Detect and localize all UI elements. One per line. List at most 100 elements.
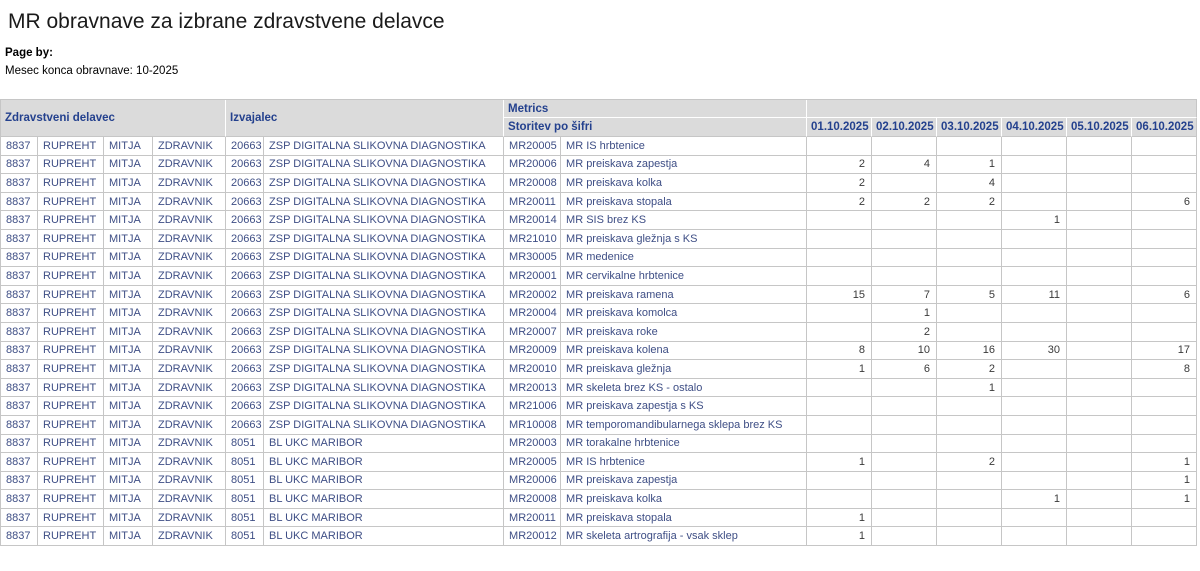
value-cell-date-2 xyxy=(872,137,937,156)
value-cell-date-2 xyxy=(872,435,937,454)
value-cell-date-6: 17 xyxy=(1132,342,1197,361)
value-cell-date-4 xyxy=(1002,379,1067,398)
value-cell-date-2 xyxy=(872,379,937,398)
value-cell-date-4 xyxy=(1002,137,1067,156)
table-row: 8837 RUPREHT MITJA ZDRAVNIK 20663 ZSP DI… xyxy=(1,286,1197,305)
service-code-cell: MR20008 xyxy=(504,490,561,509)
service-name-cell: MR preiskava kolka xyxy=(561,490,807,509)
column-header-provider[interactable]: Izvajalec xyxy=(226,100,504,137)
value-cell-date-5 xyxy=(1067,304,1132,323)
table-row: 8837 RUPREHT MITJA ZDRAVNIK 20663 ZSP DI… xyxy=(1,267,1197,286)
value-cell-date-1: 1 xyxy=(807,509,872,528)
worker-role-cell: ZDRAVNIK xyxy=(153,230,226,249)
worker-surname-cell: RUPREHT xyxy=(38,193,104,212)
provider-id-cell: 20663 xyxy=(226,137,264,156)
report-page: MR obravnave za izbrane zdravstvene dela… xyxy=(0,9,1200,546)
value-cell-date-3 xyxy=(937,416,1002,435)
worker-firstname-cell: MITJA xyxy=(104,193,153,212)
provider-id-cell: 20663 xyxy=(226,211,264,230)
worker-firstname-cell: MITJA xyxy=(104,453,153,472)
value-cell-date-1 xyxy=(807,379,872,398)
value-cell-date-2: 4 xyxy=(872,156,937,175)
provider-name-cell: ZSP DIGITALNA SLIKOVNA DIAGNOSTIKA xyxy=(264,193,504,212)
column-header-service[interactable]: Storitev po šifri xyxy=(504,118,807,137)
provider-name-cell: ZSP DIGITALNA SLIKOVNA DIAGNOSTIKA xyxy=(264,360,504,379)
table-row: 8837 RUPREHT MITJA ZDRAVNIK 8051 BL UKC … xyxy=(1,527,1197,546)
value-cell-date-3: 5 xyxy=(937,286,1002,305)
page-by-selector[interactable]: Mesec konca obravnave: 10-2025 xyxy=(5,65,1200,78)
value-cell-date-1: 15 xyxy=(807,286,872,305)
value-cell-date-6 xyxy=(1132,230,1197,249)
worker-role-cell: ZDRAVNIK xyxy=(153,342,226,361)
provider-name-cell: BL UKC MARIBOR xyxy=(264,435,504,454)
value-cell-date-5 xyxy=(1067,416,1132,435)
value-cell-date-1: 2 xyxy=(807,174,872,193)
worker-surname-cell: RUPREHT xyxy=(38,174,104,193)
service-code-cell: MR20004 xyxy=(504,304,561,323)
worker-firstname-cell: MITJA xyxy=(104,286,153,305)
service-name-cell: MR preiskava komolca xyxy=(561,304,807,323)
column-header-date-2[interactable]: 02.10.2025 xyxy=(872,118,937,137)
service-code-cell: MR10008 xyxy=(504,416,561,435)
value-cell-date-5 xyxy=(1067,527,1132,546)
value-cell-date-4 xyxy=(1002,416,1067,435)
service-name-cell: MR preiskava zapestja xyxy=(561,472,807,491)
worker-surname-cell: RUPREHT xyxy=(38,435,104,454)
table-row: 8837 RUPREHT MITJA ZDRAVNIK 8051 BL UKC … xyxy=(1,435,1197,454)
worker-id-cell: 8837 xyxy=(1,249,38,268)
value-cell-date-3 xyxy=(937,472,1002,491)
value-cell-date-1 xyxy=(807,211,872,230)
page-by-section: Page by: Mesec konca obravnave: 10-2025 xyxy=(5,47,1200,78)
provider-id-cell: 20663 xyxy=(226,249,264,268)
service-name-cell: MR preiskava ramena xyxy=(561,286,807,305)
provider-name-cell: ZSP DIGITALNA SLIKOVNA DIAGNOSTIKA xyxy=(264,156,504,175)
service-code-cell: MR20005 xyxy=(504,453,561,472)
value-cell-date-6 xyxy=(1132,323,1197,342)
provider-name-cell: ZSP DIGITALNA SLIKOVNA DIAGNOSTIKA xyxy=(264,397,504,416)
column-header-date-1[interactable]: 01.10.2025 xyxy=(807,118,872,137)
table-row: 8837 RUPREHT MITJA ZDRAVNIK 20663 ZSP DI… xyxy=(1,156,1197,175)
value-cell-date-4 xyxy=(1002,509,1067,528)
worker-role-cell: ZDRAVNIK xyxy=(153,472,226,491)
value-cell-date-4 xyxy=(1002,304,1067,323)
worker-id-cell: 8837 xyxy=(1,211,38,230)
worker-id-cell: 8837 xyxy=(1,379,38,398)
page-by-label: Page by: xyxy=(5,47,1200,60)
table-row: 8837 RUPREHT MITJA ZDRAVNIK 20663 ZSP DI… xyxy=(1,230,1197,249)
worker-firstname-cell: MITJA xyxy=(104,304,153,323)
worker-id-cell: 8837 xyxy=(1,286,38,305)
value-cell-date-1 xyxy=(807,249,872,268)
value-cell-date-5 xyxy=(1067,137,1132,156)
worker-id-cell: 8837 xyxy=(1,342,38,361)
value-cell-date-1 xyxy=(807,323,872,342)
value-cell-date-6 xyxy=(1132,211,1197,230)
column-header-worker[interactable]: Zdravstveni delavec xyxy=(1,100,226,137)
value-cell-date-3: 16 xyxy=(937,342,1002,361)
table-row: 8837 RUPREHT MITJA ZDRAVNIK 20663 ZSP DI… xyxy=(1,193,1197,212)
service-name-cell: MR preiskava zapestja xyxy=(561,156,807,175)
provider-name-cell: ZSP DIGITALNA SLIKOVNA DIAGNOSTIKA xyxy=(264,379,504,398)
service-code-cell: MR20010 xyxy=(504,360,561,379)
worker-firstname-cell: MITJA xyxy=(104,342,153,361)
column-header-date-6[interactable]: 06.10.2025 xyxy=(1132,118,1197,137)
column-header-date-4[interactable]: 04.10.2025 xyxy=(1002,118,1067,137)
table-row: 8837 RUPREHT MITJA ZDRAVNIK 20663 ZSP DI… xyxy=(1,323,1197,342)
service-name-cell: MR temporomandibularnega sklepa brez KS xyxy=(561,416,807,435)
table-row: 8837 RUPREHT MITJA ZDRAVNIK 20663 ZSP DI… xyxy=(1,342,1197,361)
value-cell-date-4 xyxy=(1002,174,1067,193)
worker-role-cell: ZDRAVNIK xyxy=(153,379,226,398)
value-cell-date-6 xyxy=(1132,267,1197,286)
provider-id-cell: 20663 xyxy=(226,156,264,175)
column-header-date-3[interactable]: 03.10.2025 xyxy=(937,118,1002,137)
worker-role-cell: ZDRAVNIK xyxy=(153,397,226,416)
service-name-cell: MR preiskava roke xyxy=(561,323,807,342)
column-header-date-5[interactable]: 05.10.2025 xyxy=(1067,118,1132,137)
provider-id-cell: 20663 xyxy=(226,193,264,212)
header-row-top: Zdravstveni delavec Izvajalec Metrics xyxy=(1,100,1197,118)
table-row: 8837 RUPREHT MITJA ZDRAVNIK 20663 ZSP DI… xyxy=(1,304,1197,323)
table-row: 8837 RUPREHT MITJA ZDRAVNIK 20663 ZSP DI… xyxy=(1,174,1197,193)
value-cell-date-2 xyxy=(872,416,937,435)
value-cell-date-6: 8 xyxy=(1132,360,1197,379)
service-name-cell: MR IS hrbtenice xyxy=(561,137,807,156)
value-cell-date-6 xyxy=(1132,435,1197,454)
